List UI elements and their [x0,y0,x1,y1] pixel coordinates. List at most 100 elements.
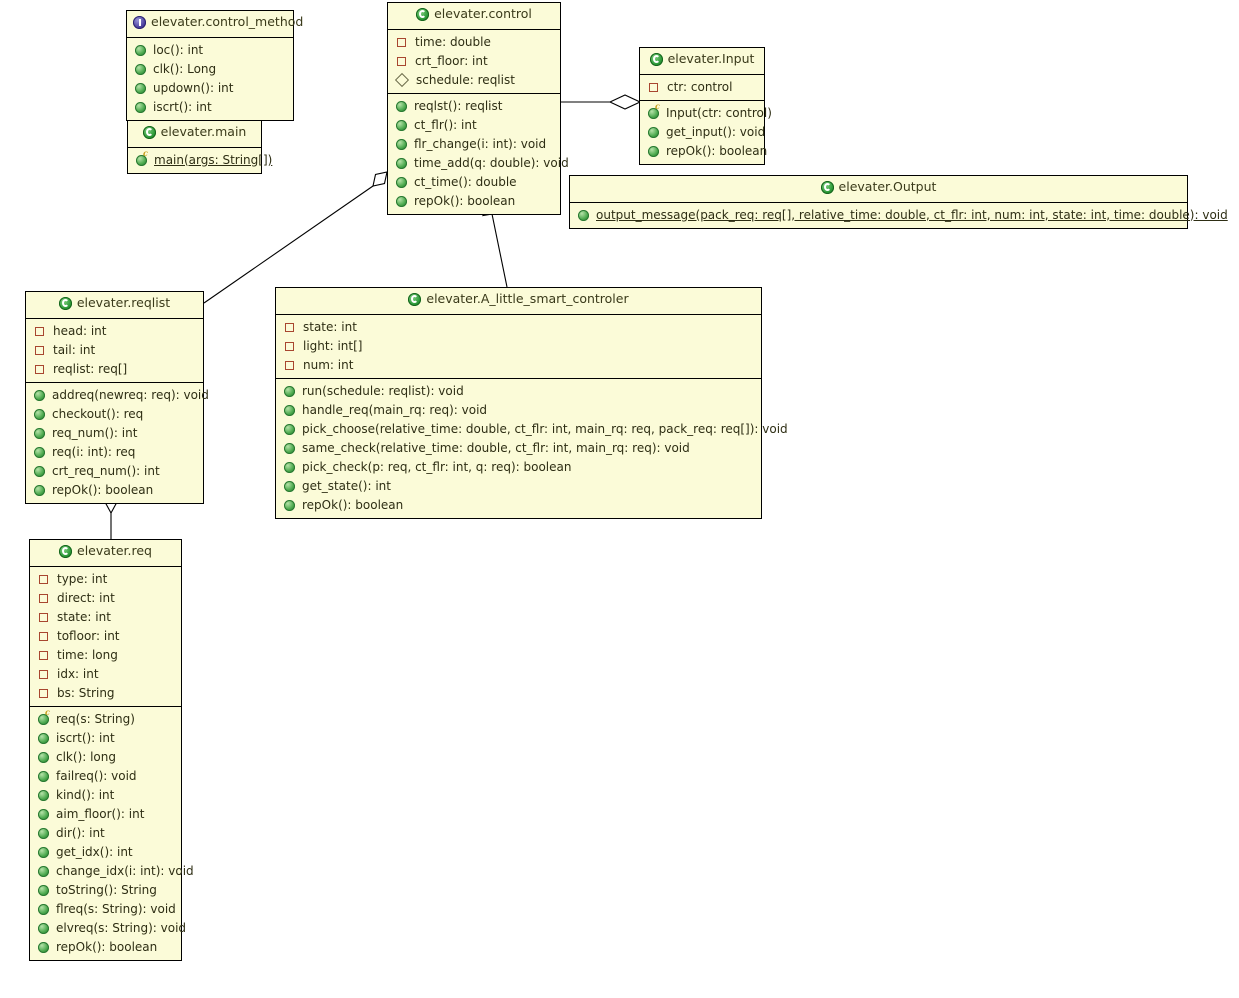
method-label: repOk(): boolean [52,482,154,497]
uml-class-control_method[interactable]: elevater.control_method loc(): int clk(): … [126,10,303,121]
method-row[interactable]: elvreq(s: String): void [30,919,186,938]
method-row[interactable]: get_idx(): int [30,843,181,862]
class-name-label: elevater.Output [838,179,937,194]
attribute-row[interactable]: tail: int [26,341,203,360]
method-row[interactable]: clk(): Long [127,60,293,79]
private-field-icon [39,593,48,603]
class-header-main: elevater.main [128,121,261,148]
method-row[interactable]: pick_choose(relative_time: double, ct_fl… [276,420,788,439]
class-name-label: elevater.control [434,6,532,21]
method-row[interactable]: iscrt(): int [127,98,293,117]
attribute-label: crt_floor: int [415,53,488,68]
method-row[interactable]: kind(): int [30,786,181,805]
method-row[interactable]: get_state(): int [276,477,761,496]
method-row[interactable]: flr_change(i: int): void [388,135,560,154]
attribute-row[interactable]: tofloor: int [30,627,181,646]
public-method-icon [34,465,45,477]
method-label: repOk(): boolean [414,193,516,208]
attribute-row[interactable]: type: int [30,570,181,589]
method-compartment-Input: Input(ctr: control) get_input(): void repO… [640,101,772,164]
method-row[interactable]: iscrt(): int [30,729,181,748]
attribute-label: light: int[] [303,338,363,353]
method-label: iscrt(): int [56,730,115,745]
method-row[interactable]: repOk(): boolean [276,496,761,515]
method-row[interactable]: updown(): int [127,79,293,98]
method-row[interactable]: time_add(q: double): void [388,154,569,173]
uml-class-main[interactable]: elevater.main main(args: String[]) [127,120,272,174]
method-row[interactable]: get_input(): void [640,123,766,142]
class-icon [58,296,72,310]
method-label: req(s: String) [56,711,135,726]
method-row[interactable]: ct_flr(): int [388,116,560,135]
attribute-row[interactable]: idx: int [30,665,181,684]
method-row[interactable]: handle_req(main_rq: req): void [276,401,761,420]
method-row[interactable]: checkout(): req [26,405,203,424]
method-row[interactable]: same_check(relative_time: double, ct_flr… [276,439,761,458]
attribute-label: direct: int [57,590,115,605]
attribute-row[interactable]: crt_floor: int [388,52,560,71]
method-row[interactable]: loc(): int [127,41,293,60]
uml-class-control[interactable]: elevater.control time: double crt_floor: i… [387,2,569,215]
association-field-icon [394,72,410,88]
class-header-reqlist: elevater.reqlist [26,292,203,319]
method-row[interactable]: repOk(): boolean [640,142,767,161]
attribute-row[interactable]: num: int [276,356,761,375]
method-row[interactable]: flreq(s: String): void [30,900,181,919]
method-compartment-control: reqlst(): reqlist ct_flr(): int flr_change… [388,94,569,214]
attribute-row[interactable]: time: double [388,33,560,52]
class-header-wrap: elevater.reqlist [58,296,170,310]
uml-class-req[interactable]: elevater.req type: int direct: int state: i… [29,539,194,961]
attribute-label: ctr: control [667,79,733,94]
attribute-row[interactable]: ctr: control [640,78,764,97]
method-row[interactable]: req(s: String) [30,708,181,729]
method-label: flreq(s: String): void [56,901,176,916]
method-row[interactable]: req(i: int): req [26,443,203,462]
attribute-row[interactable]: reqlist: req[] [26,360,203,379]
method-row[interactable]: run(schedule: reqlist): void [276,382,761,401]
method-row[interactable]: dir(): int [30,824,181,843]
attribute-row[interactable]: head: int [26,322,203,341]
constructor-icon [648,102,660,119]
method-row[interactable]: repOk(): boolean [30,938,181,957]
class-header-Output: elevater.Output [570,176,1187,203]
method-row[interactable]: output_message(pack_req: req[], relative… [570,206,1228,225]
method-row[interactable]: Input(ctr: control) [640,102,772,123]
edge-reqlist-control-aggregation[interactable] [203,171,388,304]
public-method-icon [34,484,45,496]
class-header-wrap: elevater.A_little_smart_controler [408,292,629,306]
attribute-row[interactable]: state: int [30,608,181,627]
uml-class-Input[interactable]: elevater.Input ctr: control Input(ctr: con… [639,47,772,165]
attribute-label: head: int [53,323,107,338]
method-label: get_input(): void [666,124,766,139]
method-row[interactable]: aim_floor(): int [30,805,181,824]
uml-class-Output[interactable]: elevater.Output output_message(pack_req: … [569,175,1228,229]
method-row[interactable]: repOk(): boolean [388,192,560,211]
attribute-row[interactable]: light: int[] [276,337,761,356]
method-row[interactable]: crt_req_num(): int [26,462,203,481]
method-row[interactable]: ct_time(): double [388,173,560,192]
method-row[interactable]: pick_check(p: req, ct_flr: int, q: req):… [276,458,761,477]
attribute-row[interactable]: time: long [30,646,181,665]
method-row[interactable]: toString(): String [30,881,181,900]
uml-class-A_little_smart_controler[interactable]: elevater.A_little_smart_controler state: … [275,287,788,519]
attribute-row[interactable]: schedule: reqlist [388,71,560,90]
method-row[interactable]: repOk(): boolean [26,481,203,500]
method-row[interactable]: clk(): long [30,748,181,767]
uml-class-reqlist[interactable]: elevater.reqlist head: int tail: int reqlis… [25,291,209,504]
public-method-icon [396,119,407,131]
method-row[interactable]: reqlst(): reqlist [388,97,560,116]
public-method-icon [38,827,49,839]
method-row[interactable]: main(args: String[]) [128,149,272,170]
constructor-icon [38,708,50,725]
public-method-icon [38,922,49,934]
method-row[interactable]: failreq(): void [30,767,181,786]
method-row[interactable]: addreq(newreq: req): void [26,386,209,405]
attribute-row[interactable]: state: int [276,318,761,337]
method-row[interactable]: req_num(): int [26,424,203,443]
method-label: run(schedule: reqlist): void [302,383,464,398]
attribute-row[interactable]: bs: String [30,684,181,703]
edge-control-input-aggregation[interactable] [561,94,642,110]
attribute-row[interactable]: direct: int [30,589,181,608]
method-row[interactable]: change_idx(i: int): void [30,862,194,881]
edge-smartcontroler-control-generalization[interactable] [482,200,508,288]
